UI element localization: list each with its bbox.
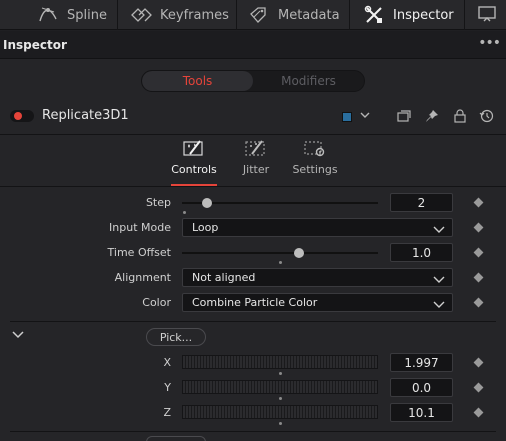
panel-title: Inspector [3, 38, 67, 52]
z-thumbwheel[interactable] [182, 405, 378, 419]
thumbwheel-center-tick [279, 372, 282, 375]
tab-controls[interactable]: Controls [171, 138, 217, 186]
lock-icon[interactable] [452, 108, 468, 124]
tools-modifiers-toggle: Tools Modifiers [141, 70, 365, 92]
monitor-icon [476, 4, 498, 26]
slider-default-tick [183, 211, 186, 214]
enable-indicator [14, 112, 22, 120]
tab-jitter[interactable]: Jitter [239, 138, 273, 184]
monitor-button[interactable] [476, 0, 506, 30]
step-slider[interactable] [182, 198, 378, 208]
x-value-field[interactable]: 1.997 [390, 353, 453, 372]
settings-icon [303, 138, 327, 158]
color-dropdown[interactable]: Combine Particle Color [182, 293, 453, 312]
spline-icon [37, 4, 59, 26]
chevron-down-icon [433, 299, 445, 312]
alignment-value: Not aligned [192, 271, 256, 284]
y-thumbwheel[interactable] [182, 380, 378, 394]
alignment-dropdown[interactable]: Not aligned [182, 268, 453, 287]
tab-divider [236, 0, 237, 30]
controls-wand-icon [182, 138, 206, 158]
node-name[interactable]: Replicate3D1 [42, 108, 129, 123]
tab-settings[interactable]: Settings [292, 138, 338, 184]
z-label: Z [163, 406, 171, 419]
tab-inspector[interactable]: Inspector [363, 0, 454, 30]
tab-controls-label: Controls [171, 163, 217, 176]
divider [10, 321, 496, 322]
divider [10, 431, 496, 432]
input-mode-label: Input Mode [109, 221, 171, 234]
metadata-icon [248, 4, 270, 26]
step-value-field[interactable]: 2 [390, 193, 453, 212]
y-label: Y [164, 381, 171, 394]
x-label: X [163, 356, 171, 369]
divider [0, 186, 506, 187]
inspector-icon [363, 4, 385, 26]
node-header: Replicate3D1 [0, 103, 506, 129]
jitter-wand-icon [244, 138, 268, 158]
chevron-down-icon[interactable] [359, 108, 371, 125]
tab-settings-label: Settings [292, 163, 338, 176]
time-offset-label: Time Offset [107, 246, 171, 259]
node-color-chip[interactable] [342, 112, 352, 122]
top-tab-bar: Spline Keyframes Metadata Inspector [0, 0, 506, 30]
time-offset-value-field[interactable]: 1.0 [390, 243, 453, 262]
thumbwheel-center-tick [279, 422, 282, 425]
tab-spline-label: Spline [67, 7, 107, 23]
chevron-down-icon [433, 224, 445, 237]
tab-divider [464, 0, 465, 30]
tab-jitter-label: Jitter [242, 163, 270, 176]
input-mode-value: Loop [192, 221, 219, 234]
pick-button[interactable]: Pick... [146, 328, 206, 346]
step-slider-thumb[interactable] [202, 198, 212, 208]
y-value-field[interactable]: 0.0 [390, 378, 453, 397]
color-label: Color [142, 296, 171, 309]
tab-keyframes-label: Keyframes [160, 7, 229, 23]
partial-button[interactable] [146, 436, 206, 441]
node-enable-toggle[interactable] [10, 110, 34, 122]
divider [0, 134, 506, 135]
color-value: Combine Particle Color [192, 296, 318, 309]
tab-modifiers[interactable]: Modifiers [253, 71, 364, 91]
tab-metadata[interactable]: Metadata [248, 0, 340, 30]
tab-inspector-label: Inspector [393, 7, 454, 23]
tab-metadata-label: Metadata [278, 7, 340, 23]
time-offset-slider[interactable] [182, 248, 378, 258]
pin-icon[interactable] [424, 108, 440, 124]
tab-divider [117, 0, 118, 30]
tab-divider [349, 0, 350, 30]
inspector-header: Inspector ••• [0, 31, 506, 59]
input-mode-dropdown[interactable]: Loop [182, 218, 453, 237]
thumbwheel-center-tick [279, 397, 282, 400]
tab-tools[interactable]: Tools [142, 71, 253, 91]
collapse-chevron-icon[interactable] [12, 330, 24, 343]
x-thumbwheel[interactable] [182, 355, 378, 369]
reset-icon[interactable] [479, 108, 495, 124]
slider-default-tick [279, 261, 282, 264]
chevron-down-icon [433, 274, 445, 287]
step-label: Step [145, 196, 171, 209]
versions-icon[interactable] [396, 108, 412, 124]
z-value-field[interactable]: 10.1 [390, 403, 453, 422]
alignment-label: Alignment [114, 271, 171, 284]
tab-spline[interactable]: Spline [37, 0, 107, 30]
keyframes-icon [130, 4, 152, 26]
more-options-icon[interactable]: ••• [478, 35, 501, 51]
tab-keyframes[interactable]: Keyframes [130, 0, 229, 30]
time-offset-slider-thumb[interactable] [294, 248, 304, 258]
